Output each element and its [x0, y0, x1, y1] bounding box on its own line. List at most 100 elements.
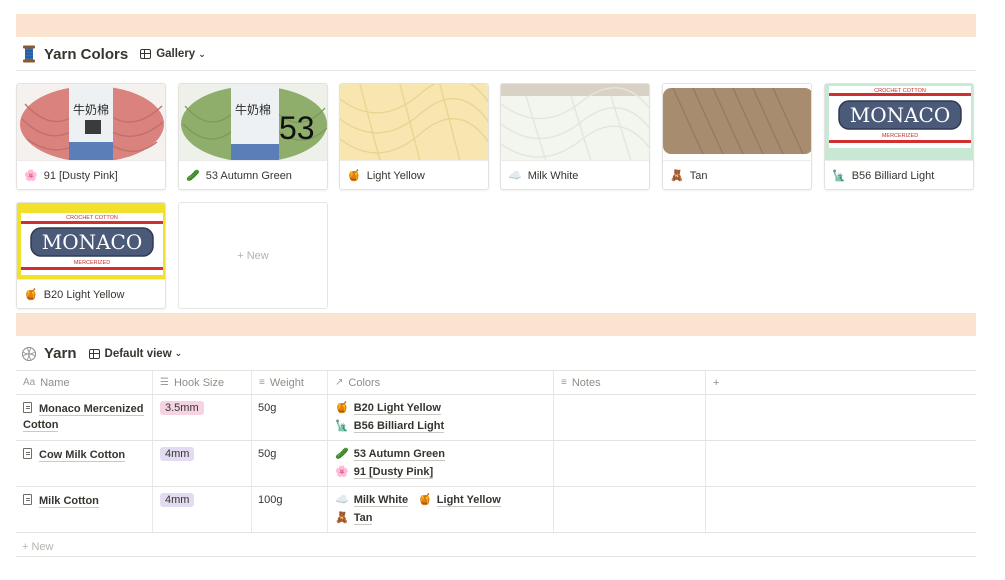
row-name-cell[interactable]: Cow Milk Cotton — [16, 441, 153, 486]
row-notes-cell[interactable] — [554, 441, 706, 486]
table-view-label: Default view — [104, 347, 172, 360]
color-relation-link[interactable]: 🗽 B56 Billiard Light — [335, 419, 445, 433]
table-view-icon — [88, 348, 100, 359]
table-database-header: Yarn Default view ⌄ — [16, 337, 976, 370]
card-cover-image: CROCHET COTTON MONACO MERCERIZED — [17, 203, 165, 280]
chevron-down-icon: ⌄ — [198, 48, 206, 59]
row-name-line1: Monaco Mercenized — [39, 403, 144, 416]
row-colors-cell[interactable]: 🍯 B20 Light Yellow 🗽 B56 Billiard Light — [328, 395, 554, 440]
row-notes-cell[interactable] — [554, 487, 706, 532]
card-label: Tan — [689, 169, 708, 182]
svg-text:牛奶棉: 牛奶棉 — [235, 102, 271, 117]
svg-text:MONACO: MONACO — [42, 230, 143, 254]
gallery-view-switcher[interactable]: Gallery ⌄ — [140, 48, 206, 60]
weight-value: 50g — [258, 402, 277, 414]
row-hook-cell[interactable]: 4mm — [153, 441, 252, 486]
new-row-button[interactable]: + New — [16, 537, 976, 557]
weight-value: 50g — [258, 448, 277, 460]
cucumber-icon: 🥒 — [186, 170, 200, 182]
row-name-cell[interactable]: Milk Cotton — [16, 487, 153, 532]
row-name-cell[interactable]: Monaco Mercenized Cotton — [16, 395, 153, 440]
hook-size-tag: 4mm — [160, 493, 195, 507]
row-name-line1: Cow Milk Cotton — [39, 449, 126, 462]
cherry-blossom-icon: 🌸 — [24, 170, 38, 182]
row-hook-cell[interactable]: 3.5mm — [153, 395, 252, 440]
row-colors-cell[interactable]: 🥒 53 Autumn Green 🌸 91 [Dusty Pink] — [328, 441, 554, 486]
row-hook-cell[interactable]: 4mm — [153, 487, 252, 532]
new-card-button[interactable]: + New — [178, 202, 328, 309]
teddy-bear-icon: 🧸 — [670, 170, 684, 182]
color-relation-link[interactable]: 🧸 Tan — [335, 511, 373, 525]
svg-text:CROCHET COTTON: CROCHET COTTON — [874, 88, 926, 94]
card-cover-image: 牛奶棉 53 — [179, 84, 327, 161]
page-icon — [23, 494, 32, 505]
gallery-card-autumn-green[interactable]: 牛奶棉 53 🥒 53 Autumn Green — [178, 83, 328, 190]
teddy-bear-icon: 🧸 — [335, 512, 349, 524]
card-cover-image — [663, 84, 811, 161]
cucumber-icon: 🥒 — [335, 448, 349, 460]
yarn-icon — [18, 343, 40, 365]
table-title[interactable]: Yarn — [44, 345, 77, 362]
column-header-hook-size[interactable]: ☰ Hook Size — [153, 371, 252, 394]
cloud-icon: ☁️ — [335, 494, 349, 506]
gallery-card-milk-white[interactable]: ☁️ Milk White — [500, 83, 650, 190]
relation-arrow-icon: ↗ — [335, 377, 344, 388]
gallery-card-light-yellow[interactable]: 🍯 Light Yellow — [339, 83, 489, 190]
honey-pot-icon: 🍯 — [335, 402, 349, 414]
row-colors-cell[interactable]: ☁️ Milk White 🍯 Light Yellow 🧸 Tan — [328, 487, 554, 532]
card-cover-image — [501, 84, 649, 161]
honey-pot-icon: 🍯 — [347, 170, 361, 182]
table-row[interactable]: Monaco Mercenized Cotton 3.5mm 50g 🍯 B20 … — [16, 395, 976, 441]
table-header-row: Aa Name ☰ Hook Size ≡ Weight ↗ Colors ≡ … — [16, 370, 976, 395]
table-view-switcher[interactable]: Default view ⌄ — [88, 347, 183, 360]
color-relation-link[interactable]: 🍯 Light Yellow — [418, 493, 501, 507]
column-header-notes[interactable]: ≡ Notes — [554, 371, 706, 394]
card-label: Light Yellow — [366, 169, 425, 182]
page-icon — [23, 448, 32, 459]
new-row-label: + New — [22, 540, 54, 553]
gallery-card-tan[interactable]: 🧸 Tan — [662, 83, 812, 190]
row-notes-cell[interactable] — [554, 395, 706, 440]
cloud-icon: ☁️ — [508, 170, 522, 182]
color-relation-link[interactable]: 🌸 91 [Dusty Pink] — [335, 465, 434, 479]
honey-pot-icon: 🍯 — [418, 494, 432, 506]
statue-of-liberty-icon: 🗽 — [335, 420, 349, 432]
card-label: B56 Billiard Light — [851, 169, 935, 182]
row-name-line2: Cotton — [23, 419, 59, 432]
card-cover-image — [340, 84, 488, 161]
svg-text:牛奶棉: 牛奶棉 — [73, 102, 109, 117]
hook-size-tag: 4mm — [160, 447, 195, 461]
row-weight-cell[interactable]: 100g — [252, 487, 328, 532]
honey-pot-icon: 🍯 — [24, 289, 38, 301]
row-weight-cell[interactable]: 50g — [252, 441, 328, 486]
gallery-card-dusty-pink[interactable]: 牛奶棉 🌸 91 [Dusty Pink] — [16, 83, 166, 190]
column-header-weight[interactable]: ≡ Weight — [252, 371, 328, 394]
color-relation-link[interactable]: ☁️ Milk White — [335, 493, 409, 507]
color-relation-link[interactable]: 🍯 B20 Light Yellow — [335, 401, 441, 415]
svg-text:53: 53 — [279, 110, 315, 146]
svg-text:MONACO: MONACO — [850, 103, 951, 127]
row-weight-cell[interactable]: 50g — [252, 395, 328, 440]
hook-size-tag: 3.5mm — [160, 401, 204, 415]
table-row[interactable]: Cow Milk Cotton 4mm 50g 🥒 53 Autumn Green… — [16, 441, 976, 487]
card-label: B20 Light Yellow — [43, 288, 125, 301]
statue-of-liberty-icon: 🗽 — [832, 170, 846, 182]
gallery-card-b20-light-yellow[interactable]: CROCHET COTTON MONACO MERCERIZED 🍯 B20 L… — [16, 202, 166, 309]
add-column-button[interactable]: + — [706, 371, 746, 394]
new-card-label: + New — [237, 249, 269, 262]
weight-value: 100g — [258, 494, 283, 506]
gallery-database-header: Yarn Colors Gallery ⌄ — [16, 38, 976, 71]
gallery-card-billiard-light[interactable]: CROCHET COTTON MONACO MERCERIZED 🗽 B56 B… — [824, 83, 974, 190]
section-banner — [16, 313, 976, 336]
gallery-title[interactable]: Yarn Colors — [44, 46, 128, 63]
card-cover-image: 牛奶棉 — [17, 84, 165, 161]
chevron-down-icon: ⌄ — [174, 348, 183, 358]
row-name-line1: Milk Cotton — [39, 495, 99, 508]
section-banner — [16, 14, 976, 37]
table-row[interactable]: Milk Cotton 4mm 100g ☁️ Milk White 🍯 Light … — [16, 487, 976, 533]
color-relation-link[interactable]: 🥒 53 Autumn Green — [335, 447, 445, 461]
svg-text:CROCHET COTTON: CROCHET COTTON — [66, 215, 118, 221]
column-header-name[interactable]: Aa Name — [16, 371, 153, 394]
column-header-colors[interactable]: ↗ Colors — [328, 371, 554, 394]
page-icon — [23, 402, 32, 413]
